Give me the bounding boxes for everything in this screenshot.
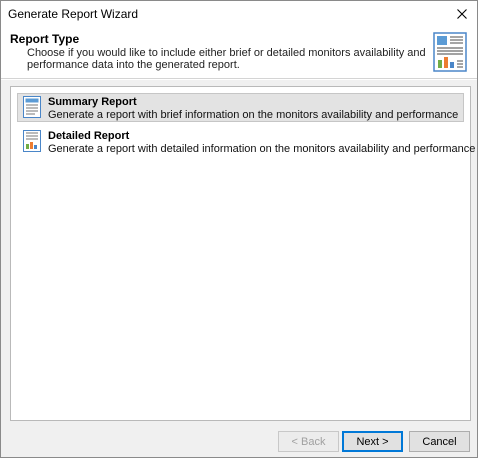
list-item-summary-report[interactable]: Summary Report Generate a report with br… <box>17 93 464 122</box>
title-bar: Generate Report Wizard <box>1 1 477 27</box>
wizard-window: Generate Report Wizard Report Type Choos… <box>0 0 478 458</box>
option-name: Summary Report <box>48 96 137 108</box>
window-title: Generate Report Wizard <box>8 7 139 21</box>
summary-report-icon <box>23 96 41 118</box>
report-type-list[interactable]: Summary Report Generate a report with br… <box>10 86 475 421</box>
option-name: Detailed Report <box>48 130 130 142</box>
close-button[interactable] <box>447 1 477 27</box>
next-button[interactable]: Next > <box>342 431 403 452</box>
cancel-button[interactable]: Cancel <box>409 431 470 452</box>
wizard-header: Report Type Choose if you would like to … <box>1 27 477 79</box>
wizard-footer: < Back Next > Cancel <box>1 425 477 457</box>
detailed-report-icon <box>23 130 41 152</box>
option-description: Generate a report with brief information… <box>48 109 459 121</box>
option-description: Generate a report with detailed informat… <box>48 143 476 155</box>
page-description: Choose if you would like to include eith… <box>27 47 426 71</box>
wizard-content: Summary Report Generate a report with br… <box>1 80 477 425</box>
list-item-detailed-report[interactable]: Detailed Report Generate a report with d… <box>17 127 475 156</box>
report-document-icon <box>433 32 467 72</box>
page-title: Report Type <box>10 32 80 46</box>
close-icon <box>457 9 467 19</box>
back-button[interactable]: < Back <box>278 431 339 452</box>
